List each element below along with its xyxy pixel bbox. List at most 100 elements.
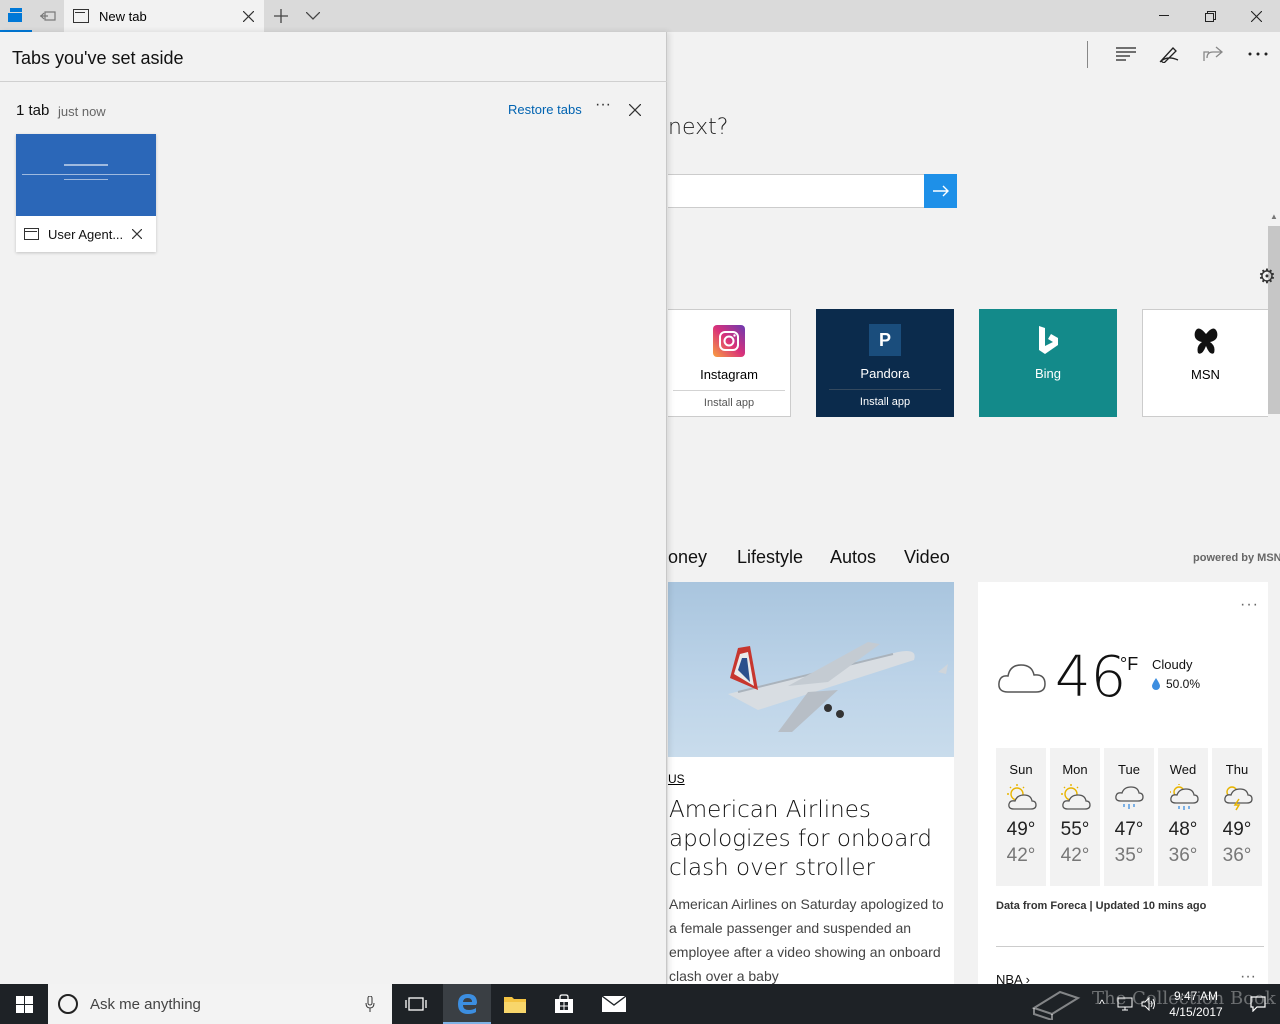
store-icon[interactable] <box>540 984 588 1024</box>
scroll-up-arrow[interactable]: ▲ <box>1268 212 1280 224</box>
news-tab-money[interactable]: oney <box>668 547 707 568</box>
more-icon[interactable] <box>1238 38 1278 70</box>
thunder-icon <box>1221 783 1253 813</box>
task-view-icon[interactable] <box>392 984 440 1024</box>
day-name: Mon <box>1062 762 1088 777</box>
mail-icon[interactable] <box>590 984 638 1024</box>
minimize-button[interactable] <box>1141 0 1187 32</box>
day-name: Wed <box>1169 762 1197 777</box>
watermark-text: The Collection Book <box>1092 988 1276 1009</box>
thumbnail-title: User Agent... <box>48 226 124 242</box>
tab-preview-chevron-icon[interactable] <box>297 0 329 32</box>
day-low: 42° <box>1060 845 1090 866</box>
day-high: 47° <box>1114 819 1144 840</box>
search-go-button[interactable] <box>924 174 957 208</box>
tile-label: Pandora <box>860 366 910 381</box>
pen-icon[interactable] <box>1149 38 1189 70</box>
tile-pandora[interactable]: P Pandora Install app <box>816 309 954 417</box>
powered-by-msn: powered by MSN <box>1193 552 1280 564</box>
tab-new-tab[interactable]: New tab <box>64 0 264 32</box>
day-name: Thu <box>1225 762 1249 777</box>
day-high: 49° <box>1222 819 1252 840</box>
forecast-day[interactable]: Sun 49° 42° <box>996 748 1046 886</box>
remove-tab-close-icon[interactable] <box>126 223 148 245</box>
search-input[interactable] <box>668 174 925 208</box>
tabs-aside-panel: Tabs you've set aside 1 tab just now Res… <box>0 32 667 984</box>
forecast-row: Sun 49° 42° Mon 55° 42° Tue 47° 35° Wed <box>996 748 1262 886</box>
weather-condition: Cloudy <box>1152 657 1193 672</box>
divider <box>0 81 667 82</box>
tab-group-count: 1 tab <box>16 102 50 119</box>
day-name: Sun <box>1009 762 1033 777</box>
page-icon <box>24 228 39 240</box>
install-app-link[interactable]: Install app <box>673 390 785 409</box>
gear-icon[interactable]: ⚙ <box>1258 264 1276 289</box>
file-explorer-icon[interactable] <box>491 984 539 1024</box>
current-temperature: 46 <box>1055 645 1127 710</box>
day-low: 42° <box>1006 845 1036 866</box>
edge-browser-icon[interactable] <box>443 984 491 1024</box>
day-low: 35° <box>1114 845 1144 866</box>
group-more-icon[interactable]: ··· <box>592 96 614 118</box>
news-tab-lifestyle[interactable]: Lifestyle <box>737 547 803 568</box>
tile-label: Bing <box>1034 366 1062 381</box>
tile-instagram[interactable]: Instagram Install app <box>668 309 791 417</box>
news-category-tag[interactable]: US <box>668 772 685 786</box>
bing-icon <box>1032 324 1064 356</box>
tabs-aside-icon[interactable] <box>0 0 32 32</box>
tile-label: MSN <box>1191 367 1220 382</box>
toolbar-separator <box>1087 41 1088 68</box>
weather-more-icon[interactable]: ··· <box>1240 596 1259 614</box>
tab-preview-image <box>16 134 156 216</box>
forecast-day[interactable]: Mon 55° 42° <box>1050 748 1100 886</box>
set-aside-tabs-icon[interactable] <box>32 0 64 32</box>
group-close-icon[interactable] <box>624 99 646 121</box>
raindrop-icon <box>1152 678 1160 690</box>
pandora-icon: P <box>869 324 901 356</box>
taskbar: Ask me anything ^ 9:47 AM 4/15/2017 <box>0 984 1280 1024</box>
forecast-day[interactable]: Tue 47° 35° <box>1104 748 1154 886</box>
day-low: 36° <box>1168 845 1198 866</box>
day-high: 55° <box>1060 819 1090 840</box>
page-icon <box>73 9 89 23</box>
msn-butterfly-icon <box>1190 325 1222 357</box>
news-article-card[interactable]: US American Airlines apologizes for onbo… <box>668 582 954 984</box>
windows-start-icon[interactable] <box>0 984 48 1024</box>
tile-label: Instagram <box>700 367 758 382</box>
news-summary: American Airlines on Saturday apologized… <box>669 896 944 984</box>
forecast-day[interactable]: Thu 49° 36° <box>1212 748 1262 886</box>
share-icon[interactable] <box>1193 38 1233 70</box>
precip-value: 50.0% <box>1166 677 1201 691</box>
close-window-button[interactable] <box>1233 0 1279 32</box>
day-high: 49° <box>1006 819 1036 840</box>
tile-bing[interactable]: Bing <box>979 309 1117 417</box>
news-tab-video[interactable]: Video <box>904 547 950 568</box>
tab-group-time: just now <box>58 104 106 119</box>
tab-close-icon[interactable] <box>232 0 264 32</box>
instagram-icon <box>713 325 745 357</box>
news-headline[interactable]: American Airlines apologizes for onboard… <box>669 796 949 883</box>
restore-tabs-link[interactable]: Restore tabs <box>508 102 582 117</box>
forecast-day[interactable]: Wed 48° 36° <box>1158 748 1208 886</box>
scrollbar-thumb[interactable] <box>1268 226 1280 414</box>
title-bar: New tab <box>0 0 1280 32</box>
cortana-search-box[interactable]: Ask me anything <box>48 984 392 1024</box>
tab-title: New tab <box>99 8 147 24</box>
partly-sunny-icon <box>1005 783 1037 813</box>
cortana-icon <box>58 994 78 1014</box>
set-aside-tab-thumbnail[interactable]: User Agent... <box>16 134 156 252</box>
tile-msn[interactable]: MSN <box>1142 309 1268 417</box>
day-name: Tue <box>1118 762 1140 777</box>
airplane-photo <box>668 582 954 757</box>
restore-window-button[interactable] <box>1187 0 1233 32</box>
temperature-unit[interactable]: °F <box>1120 654 1138 675</box>
cortana-placeholder: Ask me anything <box>90 995 201 1013</box>
new-tab-plus-icon[interactable] <box>265 0 297 32</box>
install-app-link[interactable]: Install app <box>829 389 941 408</box>
microphone-icon[interactable] <box>362 994 378 1014</box>
sun-rain-icon <box>1167 783 1199 813</box>
news-tab-autos[interactable]: Autos <box>830 547 876 568</box>
weather-card[interactable]: ··· 46 °F Cloudy 50.0% Sun 49° 42° Mon 5… <box>978 582 1268 987</box>
hub-icon[interactable] <box>1106 38 1146 70</box>
ntp-question: next? <box>668 115 729 140</box>
